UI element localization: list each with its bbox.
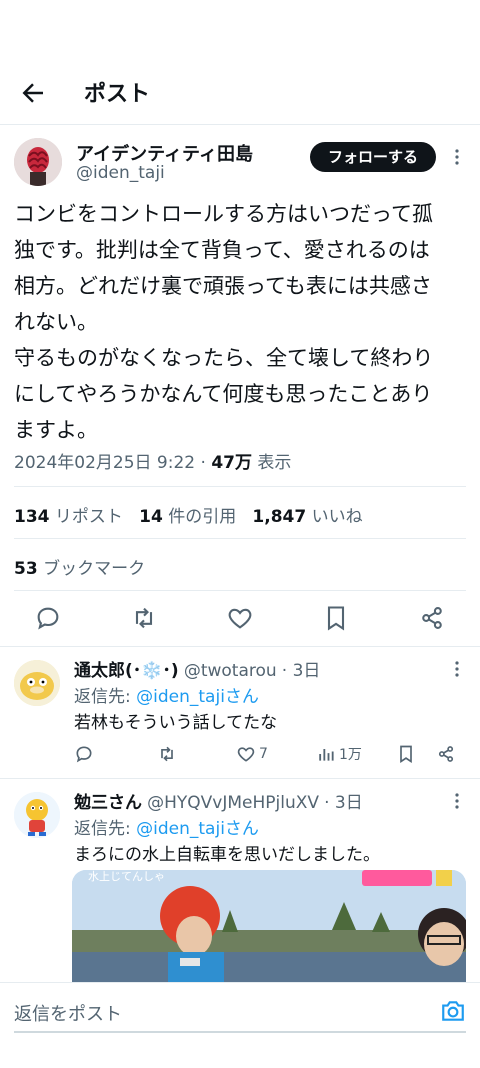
reply-view-count: 1万 [339, 747, 362, 763]
like-icon[interactable] [226, 604, 254, 632]
more-options-icon[interactable] [450, 660, 464, 678]
page-title: ポスト [84, 82, 151, 107]
reply-text: 若林もそういう話してたな [74, 713, 278, 733]
quotes-count: 14 [139, 507, 163, 527]
reposts-stat[interactable]: 134 リポスト [14, 507, 123, 527]
author-avatar[interactable] [14, 138, 62, 186]
divider [0, 778, 480, 779]
divider [0, 646, 480, 647]
likes-label: いいね [311, 507, 363, 527]
reply-to-handle[interactable]: @iden_tajiさん [136, 819, 259, 839]
quotes-stat[interactable]: 14 件の引用 [139, 507, 236, 527]
reply-to: 返信先: @iden_tajiさん [74, 814, 259, 839]
top-bar: ポスト [0, 60, 480, 124]
reply-to-prefix: 返信先: [74, 819, 137, 839]
heart-icon [237, 747, 255, 762]
reply-to-handle[interactable]: @iden_tajiさん [136, 687, 259, 707]
reply-repost-icon[interactable] [156, 744, 178, 764]
repost-icon[interactable] [130, 604, 158, 632]
reply-share-icon[interactable] [436, 744, 456, 764]
reply-like-count: 7 [259, 746, 268, 762]
reply-author-handle[interactable]: @twotarou [184, 661, 277, 681]
reposts-label: リポスト [54, 507, 123, 527]
reply-media-image[interactable]: 水上じてんしゃ [72, 870, 466, 982]
camera-icon[interactable] [440, 999, 466, 1023]
reply-views[interactable]: 1万 [316, 744, 362, 764]
bookmarks-label: ブックマーク [43, 559, 146, 579]
reply-avatar[interactable] [14, 792, 60, 838]
reply-avatar[interactable] [14, 660, 60, 706]
quotes-label: 件の引用 [168, 507, 237, 527]
reply-author-name[interactable]: 通太郎(･❄️･) [74, 661, 179, 681]
views-label: 表示 [257, 453, 292, 473]
reply-author-name[interactable]: 勉三さん [74, 793, 142, 813]
reply-author-handle[interactable]: @HYQVvJMeHPjluXV [147, 793, 319, 813]
divider [0, 124, 480, 125]
more-options-icon[interactable] [450, 148, 464, 166]
bookmarks-count: 53 [14, 559, 38, 579]
composer-underline [14, 1031, 466, 1033]
post-meta: 2024年02月25日 9:22 · 47万 表示 [14, 448, 291, 473]
reply-input[interactable]: 返信をポスト [14, 1000, 122, 1026]
reply-time: · 3日 [324, 793, 363, 813]
reply-composer: 返信をポスト [0, 982, 480, 1068]
bookmarks-stat[interactable]: 53 ブックマーク [14, 554, 145, 579]
divider [14, 486, 466, 487]
follow-button[interactable]: フォローする [310, 142, 436, 172]
reply-text: まろにの水上自転車を思いだしました。 [74, 845, 380, 865]
reply-reply-icon[interactable] [74, 744, 94, 764]
bookmark-icon[interactable] [322, 604, 350, 632]
share-icon[interactable] [418, 604, 446, 632]
likes-stat[interactable]: 1,847 いいね [252, 507, 362, 527]
likes-count: 1,847 [252, 507, 307, 527]
reply-bookmark-icon[interactable] [396, 744, 416, 764]
reply-icon[interactable] [34, 604, 62, 632]
reply-header: 勉三さん @HYQVvJMeHPjluXV · 3日 [74, 788, 363, 813]
reply-to: 返信先: @iden_tajiさん [74, 682, 259, 707]
views-count: 47万 [211, 453, 252, 473]
more-options-icon[interactable] [450, 792, 464, 810]
reply-time: · 3日 [281, 661, 321, 681]
divider [14, 590, 466, 591]
reply-like[interactable]: 7 [236, 744, 268, 764]
post-timestamp[interactable]: 2024年02月25日 9:22 [14, 453, 195, 473]
divider [14, 538, 466, 539]
engagement-stats: 134 リポスト 14 件の引用 1,847 いいね [14, 502, 363, 527]
meta-dot: · [200, 453, 206, 473]
reply-header: 通太郎(･❄️･) @twotarou · 3日 [74, 656, 320, 681]
reposts-count: 134 [14, 507, 50, 527]
post-text: コンビをコントロールする方はいつだって孤 独です。批判は全て背負って、愛されるの… [14, 202, 434, 442]
media-caption: 水上じてんしゃ [88, 870, 165, 883]
back-arrow-icon[interactable] [18, 78, 48, 108]
author-handle[interactable]: @iden_taji [76, 163, 165, 183]
reply-to-prefix: 返信先: [74, 687, 137, 707]
views-icon [319, 749, 334, 761]
